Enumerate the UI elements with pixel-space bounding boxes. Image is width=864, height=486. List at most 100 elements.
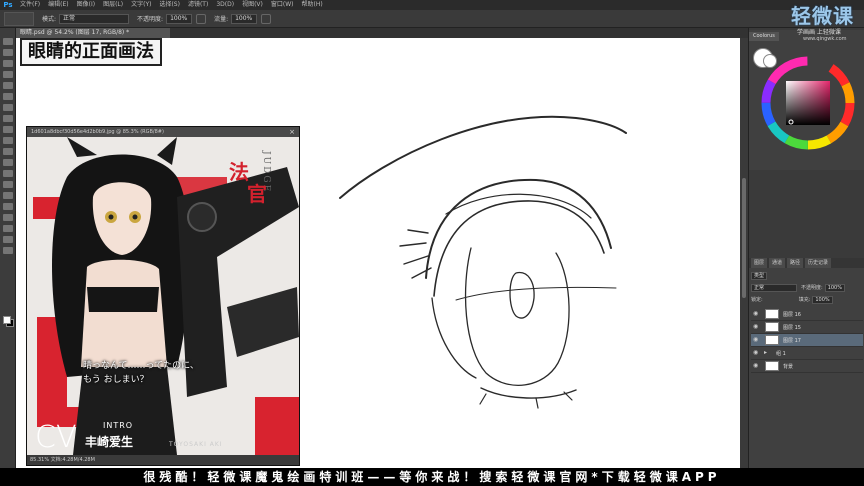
document-tab[interactable]: 眼睛.psd @ 54.2% (图层 17, RGB/8) * bbox=[16, 28, 170, 38]
foreground-color-swatch[interactable] bbox=[3, 316, 11, 324]
menu-select[interactable]: 选择(S) bbox=[155, 0, 184, 10]
pen-tool-icon[interactable] bbox=[2, 192, 13, 199]
layer-row[interactable]: ◉ 图层 15 bbox=[751, 321, 863, 334]
tool-preset-picker[interactable] bbox=[4, 11, 34, 26]
history-brush-icon[interactable] bbox=[2, 137, 13, 144]
layer-filter-row: 类型 bbox=[751, 271, 768, 281]
layer-opacity-label: 不透明度: bbox=[801, 285, 823, 291]
fill-field[interactable]: 100% bbox=[812, 296, 833, 304]
cv-label: CV bbox=[35, 420, 77, 455]
visibility-eye-icon[interactable]: ◉ bbox=[753, 349, 761, 357]
move-tool-icon[interactable] bbox=[2, 38, 13, 45]
layer-name: 背景 bbox=[783, 363, 794, 370]
menu-layer[interactable]: 图层(L) bbox=[99, 0, 127, 10]
quick-select-tool-icon[interactable] bbox=[2, 71, 13, 78]
tools-panel bbox=[0, 28, 16, 468]
visibility-eye-icon[interactable]: ◉ bbox=[753, 323, 761, 331]
menu-file[interactable]: 文件(F) bbox=[16, 0, 44, 10]
stamp-tool-icon[interactable] bbox=[2, 126, 13, 133]
layer-name: 图层 15 bbox=[783, 324, 801, 331]
layer-name: 图层 17 bbox=[783, 337, 801, 344]
path-select-tool-icon[interactable] bbox=[2, 214, 13, 221]
type-tool-icon[interactable] bbox=[2, 203, 13, 210]
menu-window[interactable]: 窗口(W) bbox=[267, 0, 298, 10]
airbrush-icon[interactable] bbox=[261, 13, 272, 24]
watermark-logo-text: 轻微课 bbox=[791, 4, 854, 28]
layer-name: 组 1 bbox=[776, 350, 786, 357]
canvas-vertical-scrollbar[interactable] bbox=[740, 38, 748, 468]
visibility-eye-icon[interactable]: ◉ bbox=[753, 336, 761, 344]
layer-thumbnail bbox=[765, 335, 779, 345]
layer-kind-filter[interactable]: 类型 bbox=[751, 272, 768, 280]
kanji-fa: 法 bbox=[229, 160, 249, 184]
shape-tool-icon[interactable] bbox=[2, 225, 13, 232]
layer-opacity-field[interactable]: 100% bbox=[824, 284, 845, 292]
eyedropper-tool-icon[interactable] bbox=[2, 93, 13, 100]
layer-name: 图层 16 bbox=[783, 311, 801, 318]
menu-type[interactable]: 文字(Y) bbox=[127, 0, 155, 10]
voice-actor-romaji: TOYOSAKI AKI bbox=[169, 441, 223, 448]
menu-image[interactable]: 图像(I) bbox=[73, 0, 99, 10]
blend-mode-select[interactable]: 正常 bbox=[751, 284, 797, 292]
layer-thumbnail bbox=[765, 322, 779, 332]
iris-guide-line bbox=[455, 286, 617, 301]
tab-channels[interactable]: 通道 bbox=[769, 258, 786, 268]
tab-history[interactable]: 历史记录 bbox=[805, 258, 832, 268]
photoshop-logo: Ps bbox=[3, 1, 13, 9]
color-wheel[interactable] bbox=[761, 56, 855, 150]
scrollbar-thumb[interactable] bbox=[742, 178, 746, 298]
eraser-tool-icon[interactable] bbox=[2, 148, 13, 155]
reference-window-title[interactable]: 1d601a8dbcf30d56e4d2b0b9.jpg @ 85.3% (RG… bbox=[27, 127, 299, 137]
lash-1 bbox=[399, 229, 432, 279]
reference-image-window[interactable]: 1d601a8dbcf30d56e4d2b0b9.jpg @ 85.3% (RG… bbox=[26, 126, 300, 466]
layer-group-row[interactable]: ◉ ▸ 组 1 bbox=[751, 347, 863, 360]
kanji-guan: 官 bbox=[247, 182, 267, 206]
folder-icon: ▸ bbox=[764, 349, 768, 356]
menu-view[interactable]: 视图(V) bbox=[238, 0, 267, 10]
photoshop-window: Ps 文件(F) 编辑(E) 图像(I) 图层(L) 文字(Y) 选择(S) 滤… bbox=[0, 0, 864, 486]
quote-line-1: 晴っなんて……ってたのに、 bbox=[83, 361, 199, 371]
lesson-title: 眼睛的正面画法 bbox=[20, 38, 162, 66]
layer-row[interactable]: ◉ 图层 16 bbox=[751, 308, 863, 321]
menu-help[interactable]: 帮助(H) bbox=[298, 0, 327, 10]
reference-artwork: JUDGE 法 官 晴っなんて……ってたのに、 もう おしまい？ CV INTR… bbox=[27, 137, 299, 455]
tab-layers[interactable]: 图层 bbox=[751, 258, 768, 268]
lower-lid bbox=[480, 387, 577, 399]
watermark-url: www.qingwk.com bbox=[803, 36, 847, 42]
crop-tool-icon[interactable] bbox=[2, 82, 13, 89]
judge-kanji: 法 官 bbox=[229, 161, 269, 205]
layer-row[interactable]: ◉ 背景 bbox=[751, 360, 863, 373]
gradient-tool-icon[interactable] bbox=[2, 159, 13, 166]
visibility-eye-icon[interactable]: ◉ bbox=[753, 362, 761, 370]
eyebrow-stroke bbox=[339, 115, 627, 199]
visibility-eye-icon[interactable]: ◉ bbox=[753, 310, 761, 318]
layer-row-active[interactable]: ◉ 图层 17 bbox=[751, 334, 863, 347]
pressure-opacity-icon[interactable] bbox=[196, 13, 207, 24]
hand-tool-icon[interactable] bbox=[2, 236, 13, 243]
menu-edit[interactable]: 编辑(E) bbox=[44, 0, 72, 10]
fill-label: 填充: bbox=[798, 297, 811, 303]
color-wheel-panel: Coolorus bbox=[749, 30, 864, 170]
close-icon[interactable]: × bbox=[288, 128, 296, 136]
marquee-tool-icon[interactable] bbox=[2, 49, 13, 56]
menu-filter[interactable]: 滤镜(T) bbox=[184, 0, 212, 10]
layer-thumbnail bbox=[765, 309, 779, 319]
tab-paths[interactable]: 路径 bbox=[787, 258, 804, 268]
promo-caption: 很残酷！轻微课魔鬼绘画特训班——等你来战！搜索轻微课官网*下载轻微课APP bbox=[0, 468, 864, 486]
lasso-tool-icon[interactable] bbox=[2, 60, 13, 67]
opacity-field[interactable]: 100% bbox=[166, 13, 193, 24]
color-wheel-graphic bbox=[761, 56, 855, 150]
dodge-tool-icon[interactable] bbox=[2, 181, 13, 188]
menu-bar: Ps 文件(F) 编辑(E) 图像(I) 图层(L) 文字(Y) 选择(S) 滤… bbox=[0, 0, 864, 10]
coolorus-tab[interactable]: Coolorus bbox=[749, 32, 779, 41]
mode-select[interactable]: 正常 bbox=[59, 13, 130, 24]
flow-field[interactable]: 100% bbox=[231, 13, 258, 24]
lock-label: 锁定: bbox=[751, 297, 763, 303]
menu-3d[interactable]: 3D(D) bbox=[212, 0, 238, 10]
zoom-tool-icon[interactable] bbox=[2, 247, 13, 254]
blur-tool-icon[interactable] bbox=[2, 170, 13, 177]
brush-tool-icon[interactable] bbox=[2, 115, 13, 122]
pupil-outline bbox=[509, 271, 535, 319]
healing-tool-icon[interactable] bbox=[2, 104, 13, 111]
intro-label: INTRO bbox=[103, 421, 134, 430]
